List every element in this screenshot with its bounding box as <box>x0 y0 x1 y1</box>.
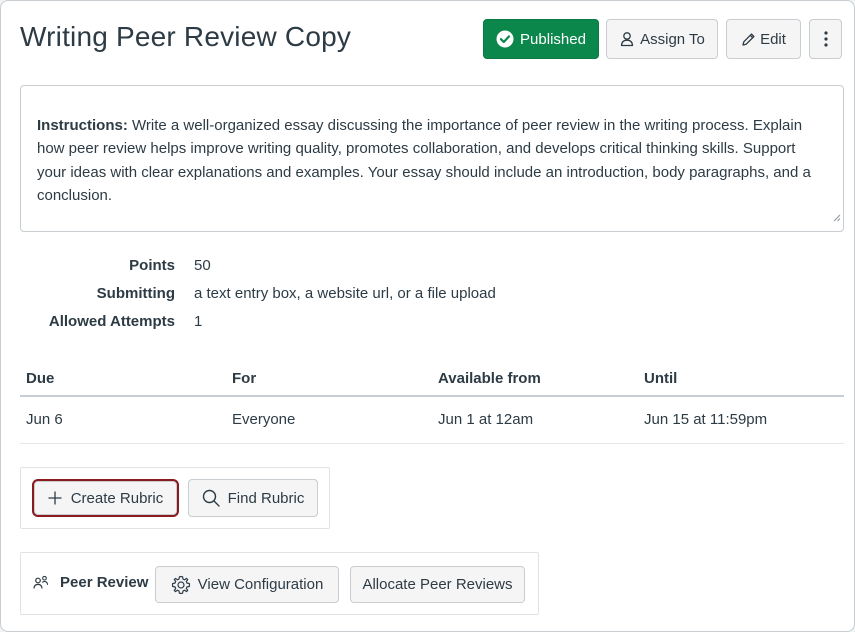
allocate-peer-reviews-label: Allocate Peer Reviews <box>362 576 513 593</box>
peer-review-heading: Peer Review <box>33 574 148 591</box>
assign-to-button[interactable]: Assign To <box>606 19 718 59</box>
find-rubric-button[interactable]: Find Rubric <box>188 479 318 517</box>
gear-icon <box>171 575 191 595</box>
header-available-from: Available from <box>438 370 541 387</box>
header-due: Due <box>26 370 55 387</box>
plus-icon <box>48 491 62 505</box>
published-label: Published <box>520 30 586 48</box>
published-button[interactable]: Published <box>483 19 599 59</box>
instructions-text: Instructions: Write a well-organized ess… <box>37 117 811 204</box>
table-header-row: Due For Available from Until <box>20 362 844 397</box>
instructions-box[interactable]: Instructions: Write a well-organized ess… <box>20 85 844 232</box>
page-title: Writing Peer Review Copy <box>20 21 352 52</box>
detail-points: Points 50 <box>1 257 855 277</box>
pencil-icon <box>741 32 756 47</box>
assignment-page: Writing Peer Review Copy Published Assig… <box>0 0 855 632</box>
check-circle-icon <box>496 30 514 48</box>
allocate-peer-reviews-button[interactable]: Allocate Peer Reviews <box>350 566 525 603</box>
peer-review-label: Peer Review <box>60 574 149 591</box>
allowed-attempts-label: Allowed Attempts <box>48 313 175 330</box>
search-icon <box>202 489 220 507</box>
due-date: Jun 6 <box>26 411 63 428</box>
instructions-body: Write a well-organized essay discussing … <box>37 117 811 204</box>
detail-submitting: Submitting a text entry box, a website u… <box>1 285 855 305</box>
available-from-date: Jun 1 at 12am <box>438 411 534 428</box>
header-until: Until <box>644 370 678 387</box>
detail-allowed-attempts: Allowed Attempts 1 <box>1 313 855 333</box>
user-icon <box>619 31 635 47</box>
find-rubric-label: Find Rubric <box>227 489 305 507</box>
assigned-for: Everyone <box>232 411 296 428</box>
edit-button[interactable]: Edit <box>726 19 801 59</box>
view-configuration-button[interactable]: View Configuration <box>155 566 339 603</box>
create-rubric-button[interactable]: Create Rubric <box>32 479 179 517</box>
header-for: For <box>232 370 257 387</box>
points-value: 50 <box>194 257 211 274</box>
until-date: Jun 15 at 11:59pm <box>644 411 768 428</box>
create-rubric-label: Create Rubric <box>70 489 164 507</box>
instructions-label: Instructions: <box>37 117 128 134</box>
peer-review-icon <box>33 575 50 590</box>
view-configuration-label: View Configuration <box>197 576 324 593</box>
allowed-attempts-value: 1 <box>194 313 203 330</box>
submitting-label: Submitting <box>96 285 175 302</box>
submitting-value: a text entry box, a website url, or a fi… <box>194 285 496 302</box>
more-options-button[interactable] <box>809 19 842 59</box>
resize-handle-icon[interactable] <box>833 206 841 229</box>
table-row: Jun 6 Everyone Jun 1 at 12am Jun 15 at 1… <box>20 397 844 444</box>
kebab-menu-icon <box>823 31 828 47</box>
edit-label: Edit <box>760 30 786 48</box>
assign-to-label: Assign To <box>640 30 705 48</box>
points-label: Points <box>129 257 175 274</box>
